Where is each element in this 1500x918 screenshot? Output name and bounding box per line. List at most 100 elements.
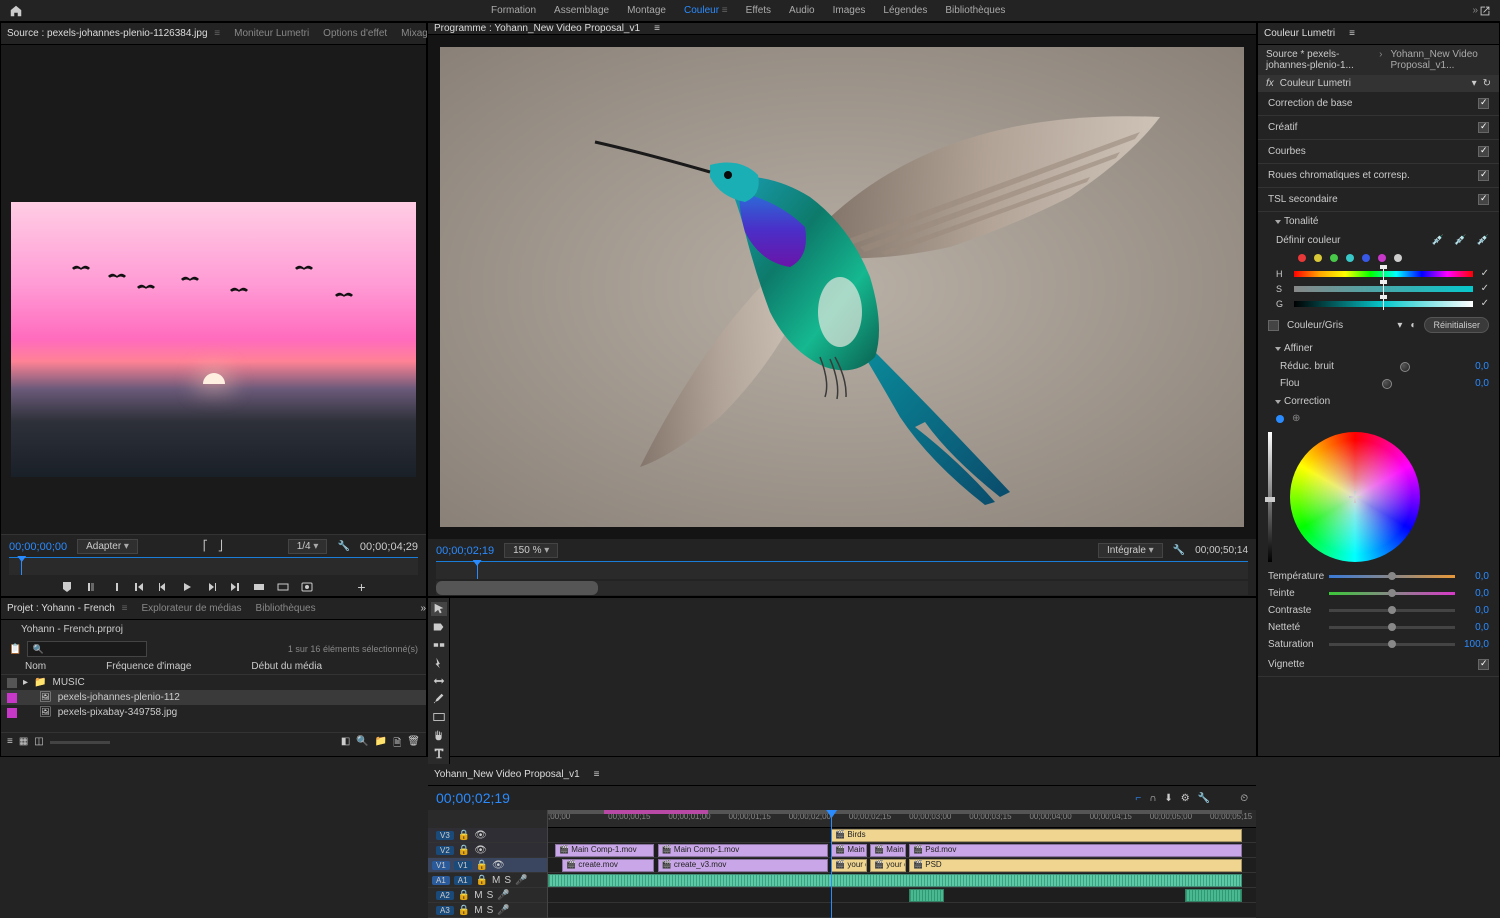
freeform-icon[interactable]: ◫ [34,736,43,753]
hue-slider[interactable] [1294,271,1473,277]
selection-tool-icon[interactable] [431,602,447,616]
track-a1[interactable] [548,873,1256,888]
source-fit[interactable]: Adapter ▾ [77,539,138,554]
rect-tool-icon[interactable] [431,710,447,724]
auto-icon[interactable]: ◧ [341,736,350,753]
mark-in-btn[interactable] [85,581,97,593]
workspace-tab-montage[interactable]: Montage [627,5,666,16]
wheels-check[interactable] [1478,170,1489,181]
section-creative[interactable]: Créatif [1268,122,1297,133]
search-input[interactable] [27,641,147,657]
workspace-tab-formation[interactable]: Formation [491,5,536,16]
home-icon[interactable] [8,4,24,18]
tc-format-icon[interactable]: ⏲ [1240,793,1248,804]
reset-s[interactable]: ✓ [1481,283,1489,294]
play-icon[interactable] [181,581,193,593]
cyan-key[interactable] [1346,254,1354,262]
source-scale[interactable]: 1/4 ▾ [288,539,328,554]
clip[interactable]: 🎬 PSD [909,859,1242,872]
bin-row[interactable]: 🖼pexels-pixabay-349758.jpg [1,705,426,720]
correction-label[interactable]: Correction [1284,396,1330,407]
close-icon[interactable]: ≡ [654,23,660,34]
workspace-tab-effets[interactable]: Effets [746,5,771,16]
hand-tool-icon[interactable] [431,728,447,742]
settings-icon[interactable]: ⚙ [1181,793,1190,804]
clip[interactable]: 🎬 Main Comp-1.mov [658,844,828,857]
goto-in-icon[interactable] [133,581,145,593]
tonalite-label[interactable]: Tonalité [1284,216,1318,227]
lumetri-seq[interactable]: Yohann_New Video Proposal_v1... [1391,49,1491,71]
blue-key[interactable] [1362,254,1370,262]
clip[interactable]: 🎬 Main Comp-1.mov [555,844,654,857]
vignette-check[interactable] [1478,659,1489,670]
track-v2[interactable]: 🎬 Main Comp-1.mov🎬 Main Comp-1.mov🎬 Main… [548,843,1256,858]
tsl-check[interactable] [1478,194,1489,205]
program-ruler[interactable] [436,561,1248,579]
clip[interactable] [1185,889,1242,902]
timeline-tracks[interactable]: ;00;0000;00;00;1500;00;01;0000;00;01;150… [548,810,1256,918]
step-fwd-icon[interactable] [205,581,217,593]
program-tab[interactable]: Programme : Yohann_New Video Proposal_v1 [434,23,640,34]
clip[interactable]: 🎬 create.mov [562,859,654,872]
track-v1[interactable]: 🎬 create.mov🎬 create_v3.mov🎬 your own mo… [548,858,1256,873]
razor-tool-icon[interactable] [431,656,447,670]
workspace-tab-assemblage[interactable]: Assemblage [554,5,609,16]
marker-icon[interactable]: ⬇ [1164,793,1172,804]
section-vignette[interactable]: Vignette [1268,659,1305,670]
ripple-tool-icon[interactable] [431,638,447,652]
type-tool-icon[interactable] [431,746,447,760]
add-marker-icon[interactable] [61,581,73,593]
eyedropper-icon[interactable]: 💉 [1432,235,1444,246]
reset-button[interactable]: Réinitialiser [1424,317,1489,333]
sharp-slider[interactable] [1329,626,1455,629]
bin-row[interactable]: ▸📁MUSIC [1,675,426,690]
clip[interactable] [548,874,1242,887]
bin-row[interactable]: 🖼pexels-johannes-plenio-112 [1,690,426,705]
yellow-key[interactable] [1314,254,1322,262]
find-icon[interactable]: 🔍 [356,736,368,753]
wrench-icon[interactable]: 🔧 [337,541,349,552]
reset-h[interactable]: ✓ [1481,268,1489,279]
track-a2[interactable] [548,888,1256,903]
timeline-playhead[interactable] [831,810,832,918]
white-key[interactable] [1394,254,1402,262]
export-frame-icon[interactable] [301,581,313,593]
source-tab[interactable]: Source : pexels-johannes-plenio-1126384.… [7,28,220,39]
magenta-key[interactable] [1378,254,1386,262]
workspace-tab-légendes[interactable]: Légendes [883,5,927,16]
track-v3[interactable]: 🎬 Birds [548,828,1256,843]
program-fit[interactable]: Intégrale ▾ [1098,543,1163,558]
eyedropper-sub-icon[interactable]: 💉 [1477,235,1489,246]
workspace-tab-images[interactable]: Images [833,5,866,16]
slip-tool-icon[interactable] [431,674,447,688]
share-icon[interactable] [1478,4,1492,18]
project-tab[interactable]: Bibliothèques [256,603,316,614]
mark-out-icon[interactable]: ⎦ [218,541,223,552]
source-tab[interactable]: Options d'effet [323,28,387,39]
source-tc-out[interactable]: 00;00;04;29 [360,541,418,553]
program-tc-out[interactable]: 00;00;50;14 [1195,545,1248,556]
clip[interactable]: 🎬 Psd.mov [909,844,1242,857]
reset-icon[interactable]: ↻ [1483,78,1491,89]
clip[interactable]: 🎬 Main Comp-1 [831,844,866,857]
snap-icon[interactable]: ⌐ [1135,793,1141,804]
clip[interactable] [909,889,944,902]
lumetri-source[interactable]: Source * pexels-johannes-plenio-1... [1266,49,1371,71]
clip[interactable]: 🎬 your own mov [831,859,866,872]
trash-icon[interactable]: 🗑 [407,736,420,753]
timeline-tab[interactable]: Yohann_New Video Proposal_v1 [434,769,580,780]
curves-check[interactable] [1478,146,1489,157]
project-tab[interactable]: Projet : Yohann - French ≡ [7,603,127,614]
pen-tool-icon[interactable] [431,692,447,706]
mark-out-btn[interactable] [109,581,121,593]
workspace-tab-bibliothèques[interactable]: Bibliothèques [945,5,1005,16]
lum-slider[interactable] [1294,301,1473,307]
step-back-icon[interactable] [157,581,169,593]
mask-icon[interactable]: ▾ [1397,320,1402,331]
source-tc-in[interactable]: 00;00;00;00 [9,541,67,553]
basic-check[interactable] [1478,98,1489,109]
section-curves[interactable]: Courbes [1268,146,1306,157]
denoise-knob[interactable] [1400,362,1410,372]
zoom-scrollbar[interactable] [436,581,598,595]
workspace-tab-audio[interactable]: Audio [789,5,815,16]
